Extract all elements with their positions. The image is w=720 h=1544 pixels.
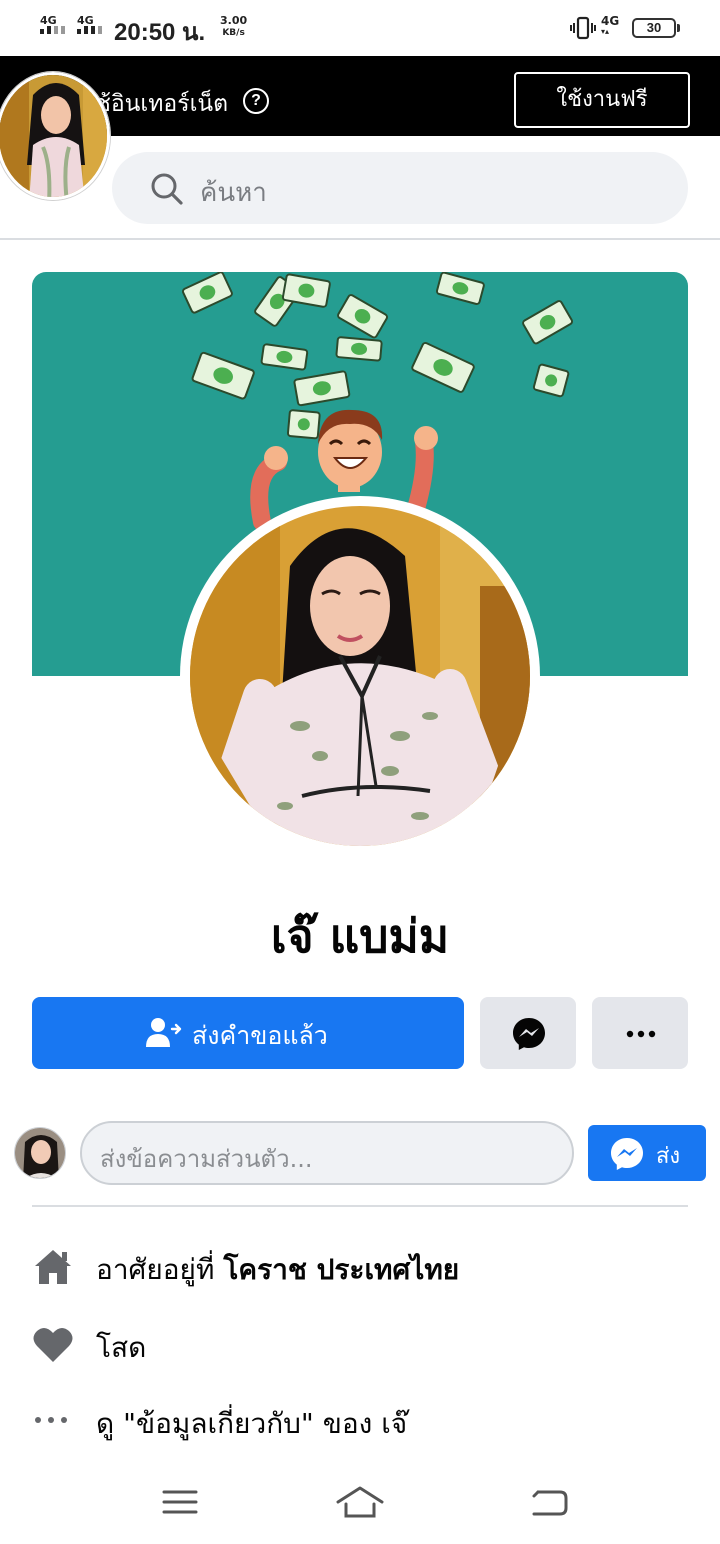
battery-level: 30 (646, 20, 662, 35)
divider (32, 1205, 688, 1207)
send-message-button[interactable]: ส่ง (588, 1125, 706, 1181)
clock: 20:50 น. (114, 19, 206, 46)
relationship-text: โสด (96, 1331, 147, 1364)
profile-shortcut-avatar[interactable] (0, 72, 110, 200)
more-dots-icon (35, 1417, 67, 1423)
lives-in-text: อาศัยอยู่ที่ โคราช ประเทศไทย (96, 1248, 459, 1292)
relationship-row: โสด (0, 1312, 720, 1372)
search-icon (151, 173, 183, 205)
message-placeholder: ส่งข้อความส่วนตัว... (100, 1145, 313, 1173)
signal-indicator-2: 4G (77, 14, 102, 34)
battery-icon: 30 (632, 18, 680, 38)
more-dots-icon (626, 1030, 656, 1038)
home-nav-icon[interactable] (336, 1482, 384, 1522)
heart-icon (33, 1327, 73, 1362)
send-label: ส่ง (656, 1144, 681, 1169)
request-sent-label: ส่งคำขอแล้ว (192, 1021, 328, 1050)
messenger-icon (513, 1018, 545, 1050)
lives-in-prefix: อาศัยอยู่ที่ (96, 1253, 215, 1286)
user-request-icon (146, 1018, 182, 1047)
messenger-icon (611, 1138, 643, 1170)
see-about-row[interactable]: ดู "ข้อมูลเกี่ยวกับ" ของ เจ๊ (0, 1388, 720, 1448)
messenger-button[interactable] (480, 997, 576, 1069)
see-about-text[interactable]: ดู "ข้อมูลเกี่ยวกับ" ของ เจ๊ (96, 1402, 407, 1446)
request-sent-button[interactable]: ส่งคำขอแล้ว (32, 997, 464, 1069)
signal-indicator-1: 4G (40, 14, 65, 34)
profile-picture[interactable] (180, 496, 540, 856)
vibrate-icon (570, 16, 596, 40)
speed-unit: KB/s (222, 28, 245, 38)
lives-in-place[interactable]: โคราช ประเทศไทย (223, 1253, 459, 1286)
back-icon[interactable] (524, 1482, 572, 1522)
search-input[interactable]: ค้นหา (112, 152, 688, 224)
profile-name: เจ๊ แบม่ม (270, 909, 450, 963)
use-free-button[interactable]: ใช้งานฟรี (514, 72, 690, 128)
home-icon (35, 1250, 71, 1284)
more-options-button[interactable] (592, 997, 688, 1069)
speed-value: 3.00 (220, 14, 248, 27)
private-message-input[interactable]: ส่งข้อความส่วนตัว... (80, 1121, 574, 1185)
search-placeholder: ค้นหา (200, 178, 267, 208)
network-type: 4G ▾▴ (601, 14, 620, 36)
menu-icon[interactable] (156, 1482, 204, 1522)
question-circle-icon[interactable]: ? (243, 88, 269, 114)
status-bar: 4G 4G 20:50 น. 3.00 KB/s 4G ▾▴ 30 (0, 0, 720, 56)
network-speed: 3.00 KB/s (220, 15, 247, 39)
system-nav-bar (0, 1460, 720, 1544)
viewer-avatar (14, 1127, 66, 1179)
network-label: 4G (601, 14, 620, 28)
lives-in-row: อาศัยอยู่ที่ โคราช ประเทศไทย (0, 1234, 720, 1294)
